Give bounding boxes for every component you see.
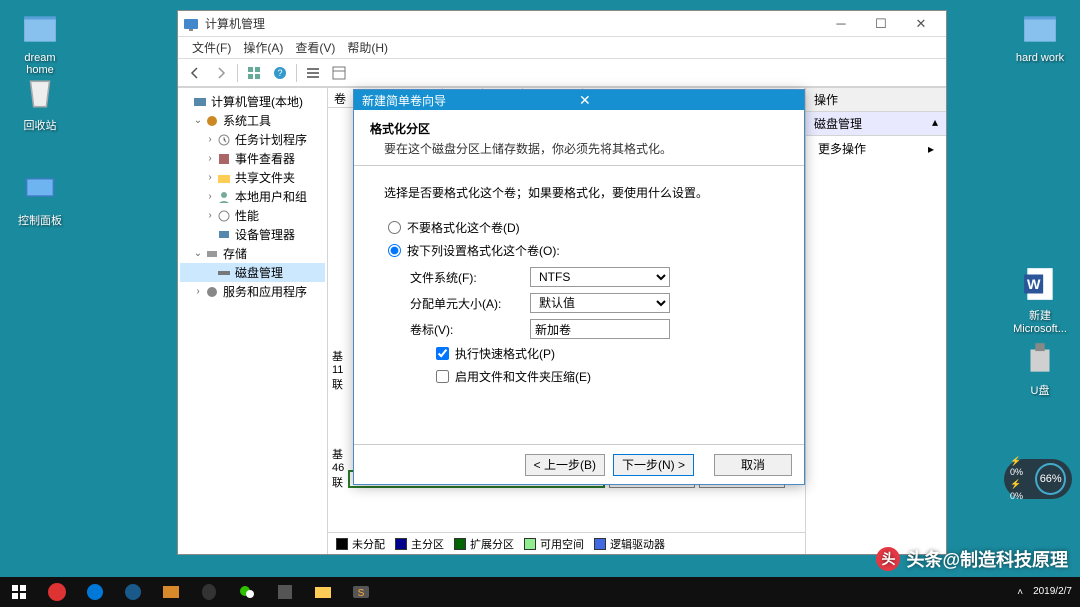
wizard-close-button[interactable]: ✕ [579, 92, 796, 109]
list-icon[interactable] [301, 62, 325, 84]
disk-info-1: 基11联 [332, 348, 343, 392]
task-edge[interactable] [76, 577, 114, 607]
wizard-footer: < 上一步(B) 下一步(N) > 取消 [354, 444, 804, 484]
wizard-header: 格式化分区 要在这个磁盘分区上储存数据，你必须先将其格式化。 [354, 110, 804, 166]
toolbar: ? [178, 59, 946, 87]
task-app2[interactable] [152, 577, 190, 607]
vol-input[interactable] [530, 319, 670, 339]
folder-icon [1021, 10, 1059, 48]
close-button[interactable]: ✕ [901, 12, 941, 36]
task-netease[interactable] [38, 577, 76, 607]
refresh-icon[interactable] [242, 62, 266, 84]
radio-format[interactable]: 按下列设置格式化这个卷(O): [388, 242, 770, 259]
task-sogou[interactable]: S [342, 577, 380, 607]
alloc-select[interactable]: 默认值 [530, 293, 670, 313]
menu-bar: 文件(F) 操作(A) 查看(V) 帮助(H) [178, 37, 946, 59]
menu-view[interactable]: 查看(V) [289, 37, 341, 58]
start-button[interactable] [0, 577, 38, 607]
svg-text:?: ? [277, 68, 282, 78]
tree-panel: 计算机管理(本地) ⌄系统工具 ›任务计划程序 ›事件查看器 ›共享文件夹 ›本… [178, 88, 328, 554]
wizard-dialog: 新建简单卷向导 ✕ 格式化分区 要在这个磁盘分区上储存数据，你必须先将其格式化。… [353, 89, 805, 485]
next-button[interactable]: 下一步(N) > [613, 454, 694, 476]
cancel-button[interactable]: 取消 [714, 454, 792, 476]
actions-disk-mgmt[interactable]: 磁盘管理▴ [806, 112, 946, 136]
menu-file[interactable]: 文件(F) [186, 37, 237, 58]
word-icon: W [1021, 265, 1059, 303]
fs-label: 文件系统(F): [410, 269, 530, 286]
back-button[interactable]: < 上一步(B) [525, 454, 605, 476]
chevron-right-icon: ▸ [928, 142, 934, 156]
desktop-icon-word[interactable]: W 新建 Microsoft... [1010, 265, 1070, 335]
window-title: 计算机管理 [205, 15, 821, 32]
taskbar-tray: ˄ 2019/2/7 [1017, 586, 1080, 598]
check-quick-format[interactable]: 执行快速格式化(P) [436, 345, 774, 362]
tree-device-mgr[interactable]: 设备管理器 [180, 225, 325, 244]
task-qq[interactable] [190, 577, 228, 607]
legend: 未分配 主分区 扩展分区 可用空间 逻辑驱动器 [328, 532, 805, 554]
tree-services[interactable]: ›服务和应用程序 [180, 282, 325, 301]
watermark-icon: 头 [876, 547, 900, 571]
tree-system-tools[interactable]: ⌄系统工具 [180, 111, 325, 130]
app-icon [183, 16, 199, 32]
desktop-icon-hard-work[interactable]: hard work [1010, 10, 1070, 64]
tree-local-users[interactable]: ›本地用户和组 [180, 187, 325, 206]
svg-text:W: W [1027, 277, 1041, 293]
tree-storage[interactable]: ⌄存储 [180, 244, 325, 263]
tree-root[interactable]: 计算机管理(本地) [180, 92, 325, 111]
desktop-icon-recycle[interactable]: 回收站 [10, 75, 70, 133]
task-app3[interactable] [266, 577, 304, 607]
task-app1[interactable] [114, 577, 152, 607]
desktop-icon-dream-home[interactable]: dream home [10, 10, 70, 76]
control-panel-icon [21, 170, 59, 208]
fs-select[interactable]: NTFS [530, 267, 670, 287]
tree-event-viewer[interactable]: ›事件查看器 [180, 149, 325, 168]
vol-label: 卷标(V): [410, 321, 530, 338]
actions-header: 操作 [806, 88, 946, 112]
tree-performance[interactable]: ›性能 [180, 206, 325, 225]
svg-text:S: S [358, 588, 365, 599]
tree-task-scheduler[interactable]: ›任务计划程序 [180, 130, 325, 149]
recycle-icon [21, 75, 59, 113]
desktop-icon-control[interactable]: 控制面板 [10, 170, 70, 228]
minimize-button[interactable]: ─ [821, 12, 861, 36]
wizard-titlebar[interactable]: 新建简单卷向导 ✕ [354, 90, 804, 110]
tree-disk-mgmt[interactable]: 磁盘管理 [180, 263, 325, 282]
maximize-button[interactable]: ☐ [861, 12, 901, 36]
detail-icon[interactable] [327, 62, 351, 84]
actions-more[interactable]: 更多操作▸ [806, 136, 946, 161]
alloc-label: 分配单元大小(A): [410, 295, 530, 312]
task-explorer[interactable] [304, 577, 342, 607]
battery-pct: 66% [1035, 463, 1066, 495]
menu-action[interactable]: 操作(A) [237, 37, 289, 58]
menu-help[interactable]: 帮助(H) [341, 37, 394, 58]
battery-widget[interactable]: ⚡ 0% ⚡ 0% 66% [1004, 459, 1072, 499]
forward-button[interactable] [209, 62, 233, 84]
back-button[interactable] [183, 62, 207, 84]
check-compression[interactable]: 启用文件和文件夹压缩(E) [436, 368, 774, 385]
taskbar: S ˄ 2019/2/7 [0, 577, 1080, 607]
desktop-icon-usb[interactable]: U盘 [1010, 340, 1070, 398]
title-bar: 计算机管理 ─ ☐ ✕ [178, 11, 946, 37]
actions-panel: 操作 磁盘管理▴ 更多操作▸ [806, 88, 946, 554]
wizard-body: 选择是否要格式化这个卷；如果要格式化，要使用什么设置。 不要格式化这个卷(D) … [354, 166, 804, 444]
tree-shared-folders[interactable]: ›共享文件夹 [180, 168, 325, 187]
usb-icon [1021, 340, 1059, 378]
collapse-icon: ▴ [932, 115, 938, 132]
folder-icon [21, 10, 59, 48]
watermark: 头 头条@制造科技原理 [876, 546, 1068, 572]
radio-no-format[interactable]: 不要格式化这个卷(D) [388, 219, 770, 236]
task-wechat[interactable] [228, 577, 266, 607]
help-icon[interactable]: ? [268, 62, 292, 84]
taskbar-clock[interactable]: 2019/2/7 [1033, 586, 1072, 598]
tray-up-icon[interactable]: ˄ [1017, 587, 1023, 598]
